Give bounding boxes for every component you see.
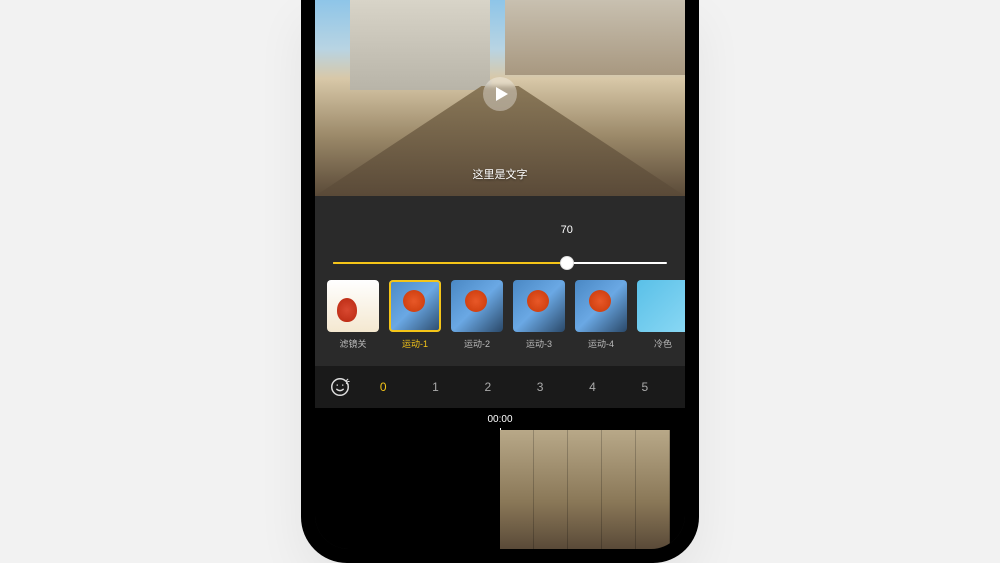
filter-item-4[interactable]: 运动-4	[575, 280, 627, 360]
sticker-icon[interactable]	[329, 376, 351, 398]
filter-item-0[interactable]: 滤镜关	[327, 280, 379, 360]
filter-item-1[interactable]: 运动-1	[389, 280, 441, 360]
play-icon	[496, 87, 508, 101]
filter-thumbnail	[637, 280, 685, 332]
timeline-frame[interactable]	[568, 430, 602, 549]
filter-label: 滤镜关	[339, 337, 366, 350]
category-tabs: 012345	[357, 374, 671, 400]
filter-label: 运动-1	[402, 337, 428, 350]
intensity-slider[interactable]	[333, 262, 667, 264]
category-tab-4[interactable]: 4	[566, 374, 618, 400]
slider-thumb[interactable]	[560, 256, 574, 270]
category-tab-0[interactable]: 0	[357, 374, 409, 400]
filter-item-5[interactable]: 冷色	[637, 280, 685, 360]
phone-frame: 这里是文字 70 滤镜关 运动-1 运动-2 运动-3 运动-4 冷色	[301, 0, 699, 563]
timeline[interactable]: 00:00	[315, 408, 685, 549]
category-tab-5[interactable]: 5	[619, 374, 671, 400]
filter-item-2[interactable]: 运动-2	[451, 280, 503, 360]
filter-list[interactable]: 滤镜关 运动-1 运动-2 运动-3 运动-4 冷色	[315, 280, 685, 366]
category-tab-2[interactable]: 2	[462, 374, 514, 400]
filter-label: 运动-3	[526, 337, 552, 350]
category-tab-3[interactable]: 3	[514, 374, 566, 400]
slider-fill	[333, 262, 567, 264]
filter-thumbnail	[575, 280, 627, 332]
filter-label: 冷色	[654, 337, 672, 350]
filter-label: 运动-4	[588, 337, 614, 350]
timeline-frame[interactable]	[500, 430, 534, 549]
filter-thumbnail	[513, 280, 565, 332]
timeline-frame[interactable]	[636, 430, 670, 549]
timeline-frame[interactable]	[534, 430, 568, 549]
filter-thumbnail	[451, 280, 503, 332]
filter-label: 运动-2	[464, 337, 490, 350]
app-screen: 这里是文字 70 滤镜关 运动-1 运动-2 运动-3 运动-4 冷色	[315, 0, 685, 549]
filter-item-3[interactable]: 运动-3	[513, 280, 565, 360]
timeline-frames[interactable]	[500, 430, 685, 549]
filter-thumbnail	[327, 280, 379, 332]
caption-text[interactable]: 这里是文字	[315, 166, 685, 182]
timeline-time-label: 00:00	[487, 414, 512, 425]
video-preview[interactable]: 这里是文字	[315, 0, 685, 196]
timeline-frame[interactable]	[602, 430, 636, 549]
play-button[interactable]	[483, 77, 517, 111]
intensity-slider-section: 70	[315, 196, 685, 280]
slider-value-label: 70	[561, 224, 573, 236]
category-tab-1[interactable]: 1	[409, 374, 461, 400]
category-tab-row: 012345	[315, 366, 685, 408]
filter-thumbnail	[389, 280, 441, 332]
